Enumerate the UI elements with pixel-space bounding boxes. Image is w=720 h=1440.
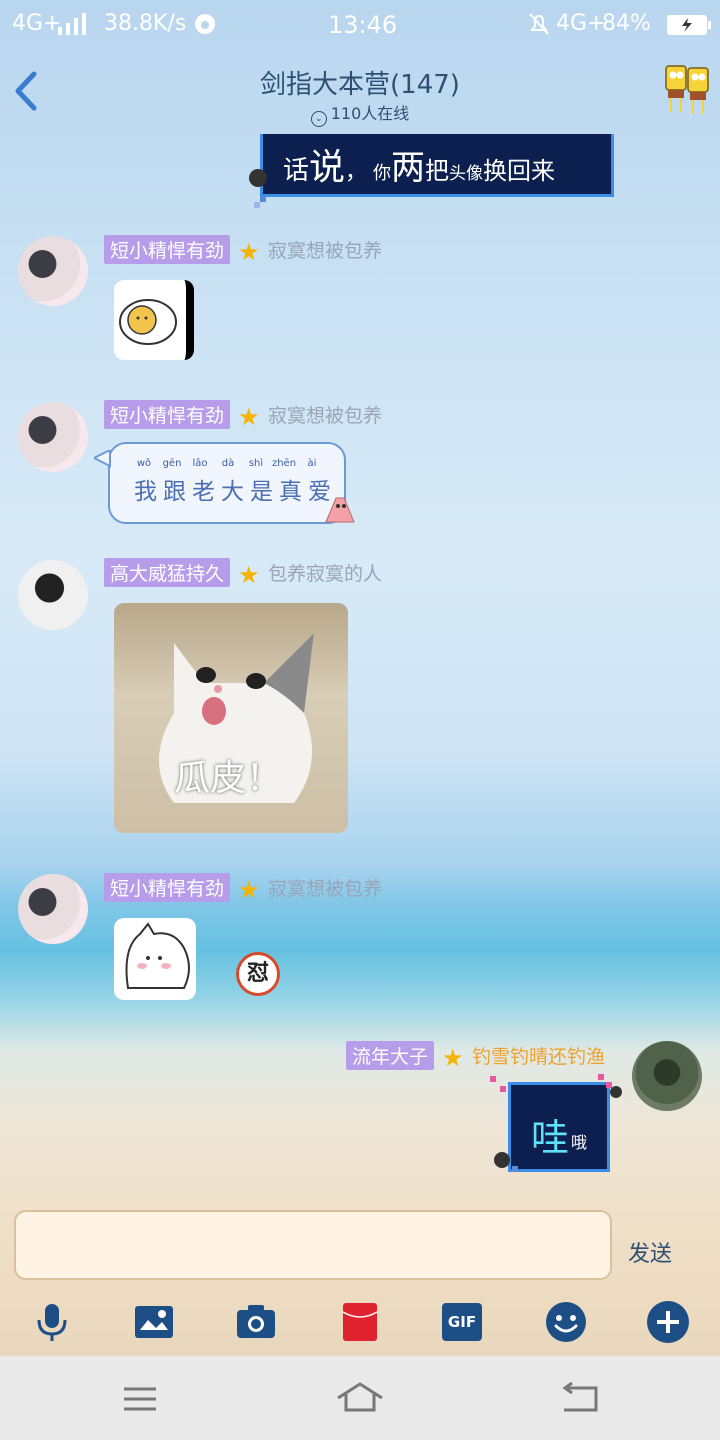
sender-title: 寂寞想被包养 <box>268 878 383 900</box>
net-speed: 38.8K/s <box>104 11 187 36</box>
signal-icon <box>58 13 86 35</box>
sender-title: 钓雪钓晴还钓渔 <box>472 1046 606 1068</box>
sticker-ghost[interactable] <box>114 918 196 1000</box>
angry-badge[interactable]: 怼 <box>236 952 280 996</box>
system-nav-bar <box>0 1356 720 1440</box>
patrick-icon <box>325 497 355 523</box>
chevron-down-icon: ⌄ <box>310 111 327 127</box>
photo-icon[interactable] <box>132 1300 176 1344</box>
mute-icon <box>529 13 549 35</box>
mic-icon[interactable] <box>30 1300 74 1344</box>
star-icon <box>238 563 262 587</box>
star-icon <box>238 405 262 429</box>
star-icon <box>442 1046 466 1070</box>
status-bar: 4G+ 38.8K/s 13:46 4G+ 84% <box>0 0 720 48</box>
avatar-self[interactable] <box>632 1041 702 1111</box>
send-button[interactable]: 发送 <box>628 1236 672 1268</box>
message-input[interactable] <box>14 1210 612 1280</box>
pinyin-text: wǒ gēn lǎo dà shì zhēn ài <box>136 458 317 469</box>
avatar[interactable] <box>18 874 88 944</box>
battery-percent: 84% <box>602 11 651 36</box>
battery-icon <box>667 15 711 35</box>
ghost-icon <box>125 922 190 989</box>
star-icon <box>238 240 262 264</box>
chat-header: 剑指大本营(147) ⌄ 110人在线 <box>0 48 720 134</box>
clock: 13:46 <box>328 11 398 39</box>
plus-icon[interactable] <box>646 1300 690 1344</box>
home-icon[interactable] <box>334 1380 386 1414</box>
back-nav-icon[interactable] <box>560 1382 600 1414</box>
sender-name[interactable]: 短小精悍有劲 <box>104 400 231 429</box>
sender-name[interactable]: 流年大子 <box>346 1041 435 1070</box>
group-avatar[interactable] <box>662 60 712 116</box>
bubble-tail <box>94 450 111 468</box>
bubble-deco-icon <box>249 169 267 208</box>
sender-name[interactable]: 短小精悍有劲 <box>104 873 231 902</box>
network-label-2: 4G+ <box>556 11 606 36</box>
avatar[interactable] <box>18 560 88 630</box>
online-count[interactable]: ⌄ 110人在线 <box>0 100 720 127</box>
sender-header: 短小精悍有劲 寂寞想被包养 <box>104 235 383 264</box>
avatar[interactable] <box>18 402 88 472</box>
sender-header: 短小精悍有劲 寂寞想被包养 <box>104 400 383 429</box>
star-icon <box>238 878 262 902</box>
sender-title: 寂寞想被包养 <box>268 405 383 427</box>
fried-egg-icon <box>119 299 177 345</box>
sender-name[interactable]: 短小精悍有劲 <box>104 235 231 264</box>
camera-icon[interactable] <box>234 1300 278 1344</box>
app-notify-icon <box>195 14 215 34</box>
sticker-egg[interactable] <box>114 280 194 360</box>
emoji-icon[interactable] <box>544 1300 588 1344</box>
input-toolbar: GIF <box>0 1290 720 1354</box>
sender-header: 流年大子 钓雪钓晴还钓渔 <box>346 1041 606 1070</box>
group-title[interactable]: 剑指大本营(147) <box>0 64 720 101</box>
sender-header: 高大威猛持久 包养寂寞的人 <box>104 558 383 587</box>
sender-name[interactable]: 高大威猛持久 <box>104 558 231 587</box>
sender-title: 包养寂寞的人 <box>268 563 383 585</box>
text-bubble[interactable]: wǒ gēn lǎo dà shì zhēn ài 我跟老大是真爱 <box>108 442 346 524</box>
message-bubble-top[interactable]: 话说， 你两把头像换回来 <box>260 134 614 197</box>
network-label: 4G+ <box>12 11 62 36</box>
avatar[interactable] <box>18 236 88 306</box>
sender-title: 寂寞想被包养 <box>268 240 383 262</box>
message-text: 我跟老大是真爱 <box>134 479 337 505</box>
sticker-cat[interactable]: 瓜皮！ <box>114 603 348 833</box>
bubble-deco-icon <box>490 1074 622 1172</box>
red-packet-icon[interactable] <box>338 1300 382 1344</box>
gif-icon[interactable]: GIF <box>442 1303 482 1341</box>
menu-icon[interactable] <box>122 1386 158 1412</box>
sender-header: 短小精悍有劲 寂寞想被包养 <box>104 873 383 902</box>
sticker-caption: 瓜皮！ <box>174 758 283 799</box>
online-count-label: 110人在线 <box>330 104 410 123</box>
